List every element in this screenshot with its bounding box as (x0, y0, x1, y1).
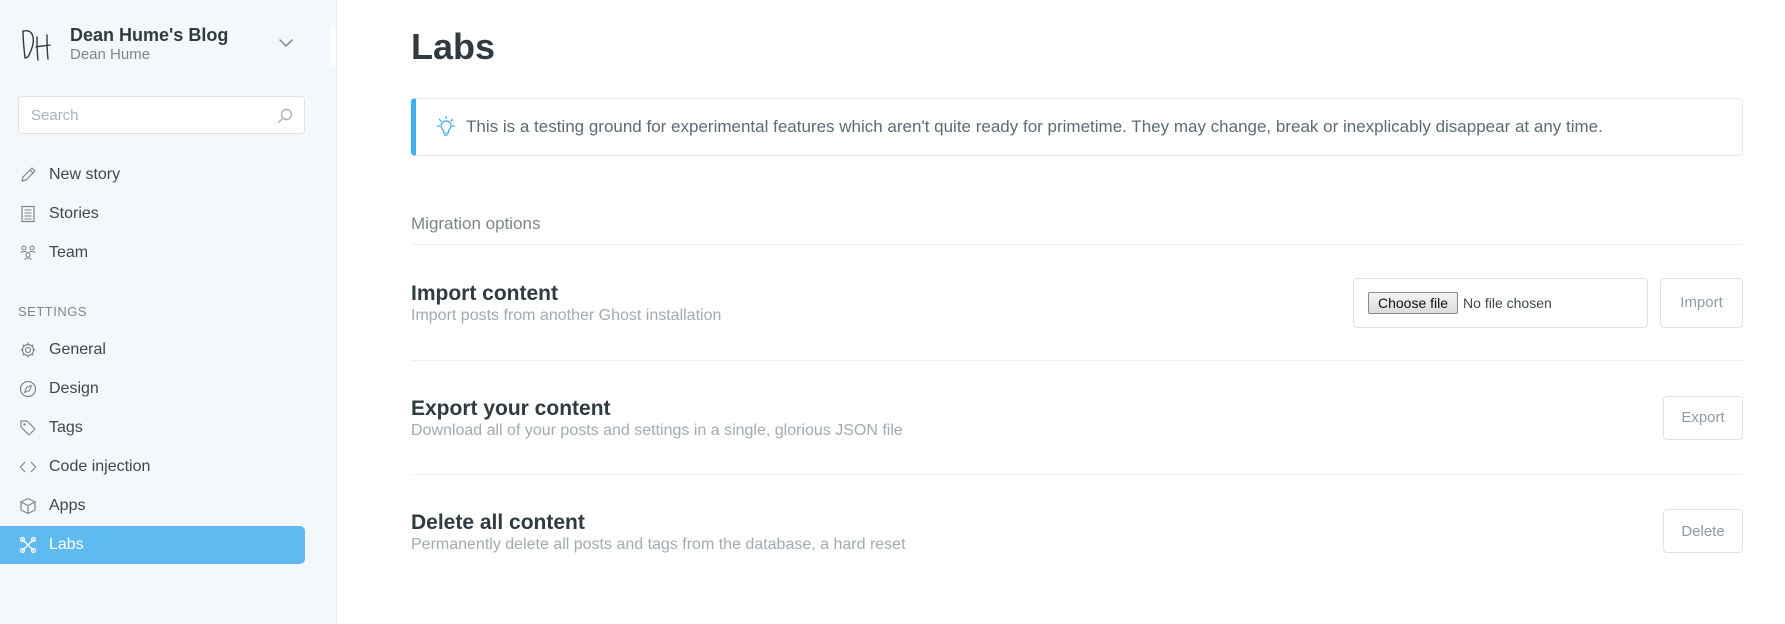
settings-nav: General Design Tags Code injection Apps … (0, 331, 336, 564)
blog-logo-icon (18, 24, 54, 64)
nav-label: Apps (49, 497, 86, 514)
nav-item-code-injection[interactable]: Code injection (0, 448, 305, 486)
import-title: Import content (411, 282, 558, 305)
blog-switcher[interactable]: Dean Hume's Blog Dean Hume (0, 0, 336, 88)
nav-label: Labs (49, 536, 84, 553)
nav-label: Stories (49, 205, 99, 222)
nav-label: Team (49, 244, 89, 261)
export-content-row: Export your content Download all of your… (411, 361, 1743, 475)
import-button[interactable]: Import (1660, 277, 1743, 328)
blog-title: Dean Hume's Blog (70, 24, 229, 45)
export-description: Download all of your posts and settings … (411, 422, 903, 439)
compass-icon (18, 379, 38, 399)
code-icon (18, 457, 38, 477)
labs-notice: This is a testing ground for experimenta… (411, 98, 1743, 156)
delete-content-row: Delete all content Permanently delete al… (411, 475, 1743, 587)
import-content-row: Import content Import posts from another… (411, 245, 1743, 361)
nav-label: Design (49, 380, 99, 397)
file-status: No file chosen (1463, 294, 1552, 311)
nav-label: New story (49, 166, 121, 183)
sidebar: Dean Hume's Blog Dean Hume New story (0, 0, 337, 624)
nav-item-stories[interactable]: Stories (0, 195, 305, 233)
delete-title: Delete all content (411, 510, 585, 534)
document-list-icon (18, 204, 38, 224)
team-icon (18, 243, 38, 263)
settings-heading: SETTINGS (18, 304, 88, 319)
import-description: Import posts from another Ghost installa… (411, 307, 722, 324)
nav-item-apps[interactable]: Apps (0, 487, 305, 525)
export-button[interactable]: Export (1663, 395, 1743, 440)
nav-item-tags[interactable]: Tags (0, 409, 305, 447)
nav-label: Code injection (49, 458, 151, 475)
header-divider (330, 26, 336, 66)
blog-user: Dean Hume (70, 45, 151, 63)
page-title: Labs (411, 26, 496, 67)
nav-item-team[interactable]: Team (0, 234, 305, 272)
nav-item-labs[interactable]: Labs (0, 526, 305, 564)
tag-icon (18, 418, 38, 438)
search-box (18, 96, 305, 134)
notice-text: This is a testing ground for experimenta… (466, 117, 1603, 136)
chevron-down-icon[interactable] (276, 33, 296, 53)
app-root: Dean Hume's Blog Dean Hume New story (0, 0, 1785, 624)
lightbulb-icon (434, 115, 458, 139)
primary-nav: New story Stories Team (0, 156, 336, 272)
section-label: Migration options (411, 214, 1743, 245)
file-input: Choose file No file chosen (1353, 277, 1648, 328)
nav-item-general[interactable]: General (0, 331, 305, 369)
pencil-icon (18, 165, 38, 185)
nav-item-design[interactable]: Design (0, 370, 305, 408)
choose-file-button[interactable]: Choose file (1368, 291, 1459, 314)
gear-icon (18, 340, 38, 360)
search-icon[interactable] (276, 107, 294, 125)
nav-label: Tags (49, 419, 83, 436)
export-title: Export your content (411, 397, 611, 420)
main-content: Labs This is a testing ground for experi… (337, 0, 1785, 624)
nav-item-new-story[interactable]: New story (0, 156, 305, 194)
box-icon (18, 496, 38, 516)
labs-icon (18, 535, 38, 555)
delete-description: Permanently delete all posts and tags fr… (411, 535, 906, 553)
search-input[interactable] (31, 106, 292, 124)
nav-label: General (49, 341, 106, 358)
delete-button[interactable]: Delete (1663, 509, 1743, 553)
